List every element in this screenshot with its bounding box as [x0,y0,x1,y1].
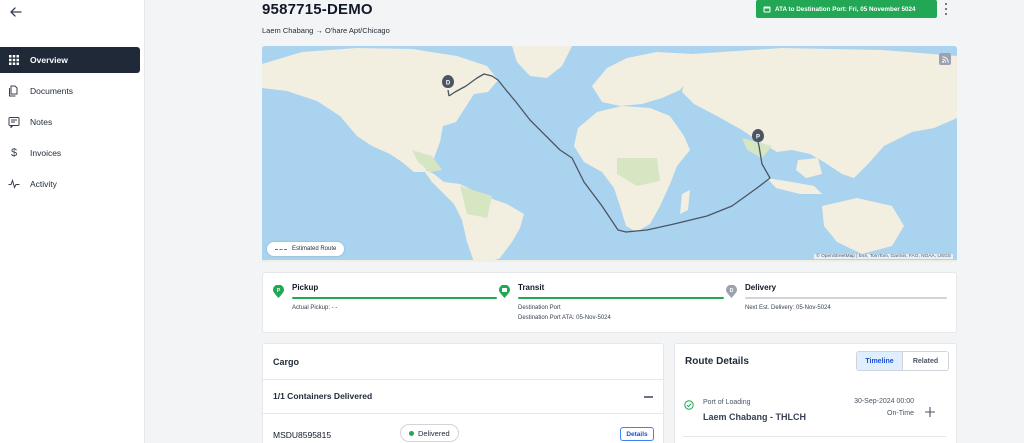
sidebar-item-notes[interactable]: Notes [0,109,140,135]
svg-text:D: D [730,288,734,294]
map-marker-label: D [446,81,451,87]
event-label: Port of Loading [703,399,751,406]
back-arrow-icon[interactable] [8,4,24,20]
sidebar-item-activity[interactable]: Activity [0,171,140,197]
divider [263,379,663,380]
stage-transit: Transit Destination Port Destination Por… [499,273,724,334]
sidebar-item-label: Notes [30,117,53,127]
shipment-map[interactable]: D P Estimated Route © OpenStreetMap | Es… [262,46,957,262]
sidebar: Overview Documents Notes $ Invoices Acti… [0,0,145,443]
calendar-icon [763,5,771,13]
sidebar-item-label: Overview [30,55,68,65]
status-badge: Delivered [400,424,459,442]
stage-name: Pickup [292,283,319,292]
stage-progress-bar [292,297,497,299]
documents-icon [8,85,20,97]
route-view-toggle: Timeline Related [856,351,949,371]
transit-pin-icon [499,285,510,298]
details-button[interactable]: Details [620,427,654,441]
event-location: Laem Chabang - THLCH [703,412,807,422]
stage-name: Delivery [745,283,777,292]
dollar-icon: $ [10,147,18,159]
stage-detail: Next Est. Delivery: 05-Nov-5024 [745,305,831,311]
divider [263,413,663,414]
ata-status-badge[interactable]: ATA to Destination Port: Fri, 05 Novembe… [756,0,937,18]
tab-related[interactable]: Related [903,352,948,370]
estimated-route-legend: Estimated Route [267,242,345,256]
collapse-icon[interactable] [644,396,653,398]
stage-progress-bar [518,297,724,299]
route-details-card: Route Details Timeline Related Port of L… [674,343,957,443]
sidebar-item-documents[interactable]: Documents [0,78,140,104]
more-options-icon[interactable] [942,2,950,16]
stage-detail: Destination Port ATA: 05-Nov-5024 [518,315,611,321]
activity-icon [8,178,20,190]
rss-icon[interactable] [939,53,951,65]
status-dot-icon [409,430,414,436]
stage-progress-bar [745,297,947,299]
sidebar-item-overview[interactable]: Overview [0,47,140,73]
map-marker-label: P [756,135,760,141]
cargo-title: Cargo [273,357,300,367]
check-circle-icon [684,400,694,410]
map-attribution[interactable]: © OpenStreetMap | Esri, TomTom, Garmin, … [814,254,953,259]
stage-detail: Destination Port [518,305,561,311]
page-title: 9587715-DEMO [262,1,373,18]
container-number: MSDU8595815 [273,430,332,440]
cargo-card: Cargo 1/1 Containers Delivered MSDU85958… [262,343,664,443]
divider [683,436,946,437]
grid-icon [8,54,20,66]
sidebar-item-label: Invoices [30,148,62,158]
sidebar-item-invoices[interactable]: $ Invoices [0,140,140,166]
plus-icon[interactable] [924,406,936,418]
status-label: Delivered [418,428,450,438]
map-canvas: D P [262,46,957,262]
pickup-pin-icon: P [273,285,284,298]
notes-icon [8,116,20,128]
tab-timeline[interactable]: Timeline [857,352,903,370]
stage-pickup: P Pickup Actual Pickup: - - [273,273,497,334]
sidebar-item-label: Activity [30,179,57,189]
progress-tracker: P Pickup Actual Pickup: - - Transit Dest… [262,272,957,333]
stage-delivery: D Delivery Next Est. Delivery: 05-Nov-50… [726,273,948,334]
dashed-line-icon [275,248,287,250]
route-subtitle: Laem Chabang → O'hare Apt/Chicago [262,26,390,35]
ata-badge-label: ATA to Destination Port: Fri, 05 Novembe… [775,5,916,13]
delivery-pin-icon: D [726,285,737,298]
event-date: 30-Sep-2024 00:00 [854,398,914,405]
containers-summary[interactable]: 1/1 Containers Delivered [273,391,372,401]
sidebar-item-label: Documents [30,86,73,96]
stage-name: Transit [518,283,545,292]
stage-detail: Actual Pickup: - - [292,305,338,311]
route-details-title: Route Details [685,356,749,367]
estimated-route-label: Estimated Route [292,246,337,252]
antarctica-landmass [262,260,957,262]
event-status: On-Time [887,410,914,417]
